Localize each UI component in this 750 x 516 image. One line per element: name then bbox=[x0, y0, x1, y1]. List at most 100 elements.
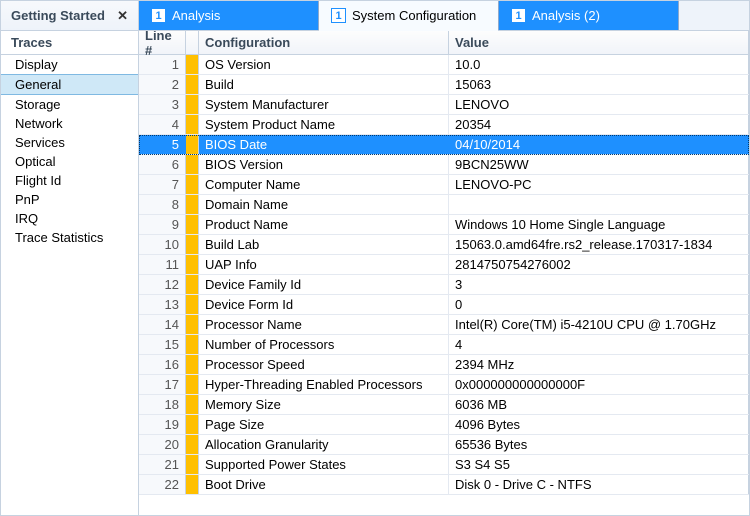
table-row[interactable]: 19Page Size4096 Bytes bbox=[139, 415, 749, 435]
sidebar-item-optical[interactable]: Optical bbox=[1, 152, 138, 171]
cell-line-number: 20 bbox=[139, 435, 186, 454]
table-row[interactable]: 10Build Lab15063.0.amd64fre.rs2_release.… bbox=[139, 235, 749, 255]
header-value[interactable]: Value bbox=[449, 31, 749, 54]
cell-configuration: Processor Name bbox=[199, 315, 449, 334]
tab-system-configuration[interactable]: 1 System Configuration bbox=[319, 1, 499, 31]
sidebar-item-services[interactable]: Services bbox=[1, 133, 138, 152]
table-row[interactable]: 13Device Form Id0 bbox=[139, 295, 749, 315]
sidebar-item-network[interactable]: Network bbox=[1, 114, 138, 133]
table-row[interactable]: 9 Product NameWindows 10 Home Single Lang… bbox=[139, 215, 749, 235]
sidebar-item-general[interactable]: General bbox=[1, 74, 138, 95]
table-row[interactable]: 11UAP Info2814750754276002 bbox=[139, 255, 749, 275]
tab-analysis-2-[interactable]: 1Analysis (2) bbox=[499, 1, 679, 30]
sidebar-item-flight-id[interactable]: Flight Id bbox=[1, 171, 138, 190]
cell-configuration: Page Size bbox=[199, 415, 449, 434]
table-row[interactable]: 2Build15063 bbox=[139, 75, 749, 95]
header-marker-column bbox=[186, 31, 199, 54]
sidebar-item-irq[interactable]: IRQ bbox=[1, 209, 138, 228]
cell-configuration: System Product Name bbox=[199, 115, 449, 134]
table-row[interactable]: 18Memory Size6036 MB bbox=[139, 395, 749, 415]
cell-line-number: 10 bbox=[139, 235, 186, 254]
cell-configuration: Computer Name bbox=[199, 175, 449, 194]
grid-body[interactable]: 1OS Version10.02Build150633System Manufa… bbox=[139, 55, 749, 515]
cell-line-number: 6 bbox=[139, 155, 186, 174]
header-line-number[interactable]: Line # bbox=[139, 31, 186, 54]
cell-line-number: 4 bbox=[139, 115, 186, 134]
cell-line-number: 13 bbox=[139, 295, 186, 314]
sidebar-item-trace-statistics[interactable]: Trace Statistics bbox=[1, 228, 138, 247]
row-marker bbox=[186, 275, 199, 294]
cell-line-number: 22 bbox=[139, 475, 186, 494]
cell-line-number: 17 bbox=[139, 375, 186, 394]
row-marker bbox=[186, 155, 199, 174]
cell-configuration: Product Name bbox=[199, 215, 449, 234]
cell-value: S3 S4 S5 bbox=[449, 455, 749, 474]
row-marker bbox=[186, 315, 199, 334]
tab-label: System Configuration bbox=[352, 8, 476, 23]
table-row[interactable]: 21Supported Power StatesS3 S4 S5 bbox=[139, 455, 749, 475]
sidebar-item-storage[interactable]: Storage bbox=[1, 95, 138, 114]
cell-value: 4 bbox=[449, 335, 749, 354]
cell-value: 2394 MHz bbox=[449, 355, 749, 374]
row-marker bbox=[186, 475, 199, 494]
table-row[interactable]: 14Processor NameIntel(R) Core(TM) i5-421… bbox=[139, 315, 749, 335]
sidebar: Traces DisplayGeneralStorageNetworkServi… bbox=[1, 31, 139, 515]
main-area: Traces DisplayGeneralStorageNetworkServi… bbox=[1, 31, 749, 515]
cell-configuration: BIOS Version bbox=[199, 155, 449, 174]
row-marker bbox=[186, 235, 199, 254]
table-row[interactable]: 7Computer NameLENOVO-PC bbox=[139, 175, 749, 195]
table-row[interactable]: 16Processor Speed2394 MHz bbox=[139, 355, 749, 375]
tab-badge-icon: 1 bbox=[511, 8, 526, 23]
table-row[interactable]: 3System ManufacturerLENOVO bbox=[139, 95, 749, 115]
cell-value: Disk 0 - Drive C - NTFS bbox=[449, 475, 749, 494]
table-row[interactable]: 20Allocation Granularity65536 Bytes bbox=[139, 435, 749, 455]
row-marker bbox=[186, 175, 199, 194]
sidebar-item-pnp[interactable]: PnP bbox=[1, 190, 138, 209]
table-row[interactable]: 8Domain Name bbox=[139, 195, 749, 215]
app-root: Getting Started ✕ 1Analysis1System Confi… bbox=[0, 0, 750, 516]
table-row[interactable]: 5BIOS Date04/10/2014 bbox=[139, 135, 749, 155]
cell-line-number: 9 bbox=[139, 215, 186, 234]
tab-strip-empty bbox=[679, 1, 749, 30]
row-marker bbox=[186, 115, 199, 134]
cell-value: 04/10/2014 bbox=[449, 135, 749, 154]
cell-line-number: 21 bbox=[139, 455, 186, 474]
row-marker bbox=[186, 135, 199, 154]
cell-value: 0x000000000000000F bbox=[449, 375, 749, 394]
table-row[interactable]: 17Hyper-Threading Enabled Processors0x00… bbox=[139, 375, 749, 395]
cell-configuration: Allocation Granularity bbox=[199, 435, 449, 454]
sidebar-section-title: Traces bbox=[1, 31, 138, 55]
cell-line-number: 2 bbox=[139, 75, 186, 94]
cell-line-number: 15 bbox=[139, 335, 186, 354]
table-row[interactable]: 15 Number of Processors4 bbox=[139, 335, 749, 355]
cell-value: LENOVO-PC bbox=[449, 175, 749, 194]
table-row[interactable]: 1OS Version10.0 bbox=[139, 55, 749, 75]
cell-configuration: System Manufacturer bbox=[199, 95, 449, 114]
cell-configuration: Build bbox=[199, 75, 449, 94]
table-row[interactable]: 6BIOS Version9BCN25WW bbox=[139, 155, 749, 175]
tab-badge-icon: 1 bbox=[331, 8, 346, 23]
table-row[interactable]: 22Boot DriveDisk 0 - Drive C - NTFS bbox=[139, 475, 749, 495]
cell-line-number: 11 bbox=[139, 255, 186, 274]
data-grid: Line # Configuration Value 1 OS Version 10… bbox=[139, 31, 749, 515]
row-marker bbox=[186, 215, 199, 234]
row-marker bbox=[186, 415, 199, 434]
header-configuration[interactable]: Configuration bbox=[199, 31, 449, 54]
row-marker bbox=[186, 55, 199, 74]
cell-value bbox=[449, 195, 749, 214]
row-marker bbox=[186, 95, 199, 114]
cell-value: Windows 10 Home Single Language bbox=[449, 215, 749, 234]
tab-analysis[interactable]: 1Analysis bbox=[139, 1, 319, 30]
table-row[interactable]: 4System Product Name20354 bbox=[139, 115, 749, 135]
cell-value: 0 bbox=[449, 295, 749, 314]
sidebar-item-display[interactable]: Display bbox=[1, 55, 138, 74]
table-row[interactable]: 12Device Family Id3 bbox=[139, 275, 749, 295]
cell-value: LENOVO bbox=[449, 95, 749, 114]
close-icon[interactable]: ✕ bbox=[113, 8, 132, 24]
cell-value: 6036 MB bbox=[449, 395, 749, 414]
cell-configuration: Number of Processors bbox=[199, 335, 449, 354]
cell-line-number: 1 bbox=[139, 55, 186, 74]
top-bar: Getting Started ✕ 1Analysis1System Confi… bbox=[1, 1, 749, 31]
cell-configuration: Processor Speed bbox=[199, 355, 449, 374]
cell-configuration: OS Version bbox=[199, 55, 449, 74]
